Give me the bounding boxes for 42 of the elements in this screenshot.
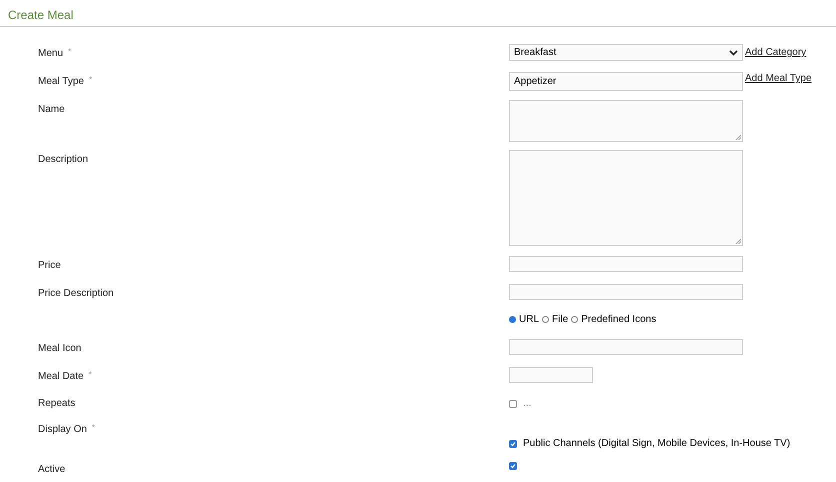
field-label: Description: [38, 153, 88, 167]
checkbox-label: ...: [523, 397, 532, 411]
radio-label: URL: [519, 313, 540, 327]
required-mark: *: [92, 422, 96, 434]
field-label: Active: [38, 463, 66, 477]
field-label: Meal Icon: [38, 342, 82, 356]
checkbox[interactable]: [509, 440, 517, 448]
text-field[interactable]: [509, 339, 743, 355]
resize-handle-icon: [735, 238, 741, 244]
field-label: Repeats: [38, 397, 76, 411]
chevron-down-icon: [729, 50, 738, 56]
add-meal-type-link[interactable]: Add Meal Type: [745, 71, 812, 86]
radio-button[interactable]: [542, 316, 550, 323]
text-area[interactable]: [509, 150, 743, 246]
required-mark: *: [88, 74, 92, 86]
required-mark: *: [88, 369, 92, 381]
field-label: Menu: [38, 47, 64, 61]
add-category-link[interactable]: Add Category: [745, 45, 806, 60]
field-label: Price Description: [38, 287, 114, 301]
checkbox-label: Public Channels (Digital Sign, Mobile Devices, In-House TV): [523, 437, 790, 451]
radio-button[interactable]: [509, 316, 516, 323]
check-icon: [510, 463, 516, 469]
text-field[interactable]: [509, 256, 743, 272]
field-label: Price: [38, 259, 61, 273]
required-mark: *: [68, 46, 72, 58]
date-field[interactable]: [509, 367, 593, 383]
radio-label: Predefined Icons: [581, 313, 656, 327]
checkbox[interactable]: [509, 462, 517, 470]
field-label: Meal Date: [38, 370, 84, 384]
resize-handle-icon: [735, 134, 741, 140]
text-field[interactable]: [509, 284, 743, 300]
field-label: Name: [38, 103, 65, 117]
menu-select[interactable]: Breakfast: [509, 44, 743, 61]
checkbox[interactable]: [509, 400, 517, 408]
field-label: Meal Type: [38, 75, 84, 89]
text-area[interactable]: [509, 100, 743, 142]
radio-label: File: [552, 313, 568, 327]
page-title: Create Meal: [8, 7, 74, 24]
radio-button[interactable]: [571, 316, 578, 323]
text-field[interactable]: Appetizer: [509, 72, 743, 91]
check-icon: [510, 440, 516, 446]
field-label: Display On: [38, 423, 87, 437]
